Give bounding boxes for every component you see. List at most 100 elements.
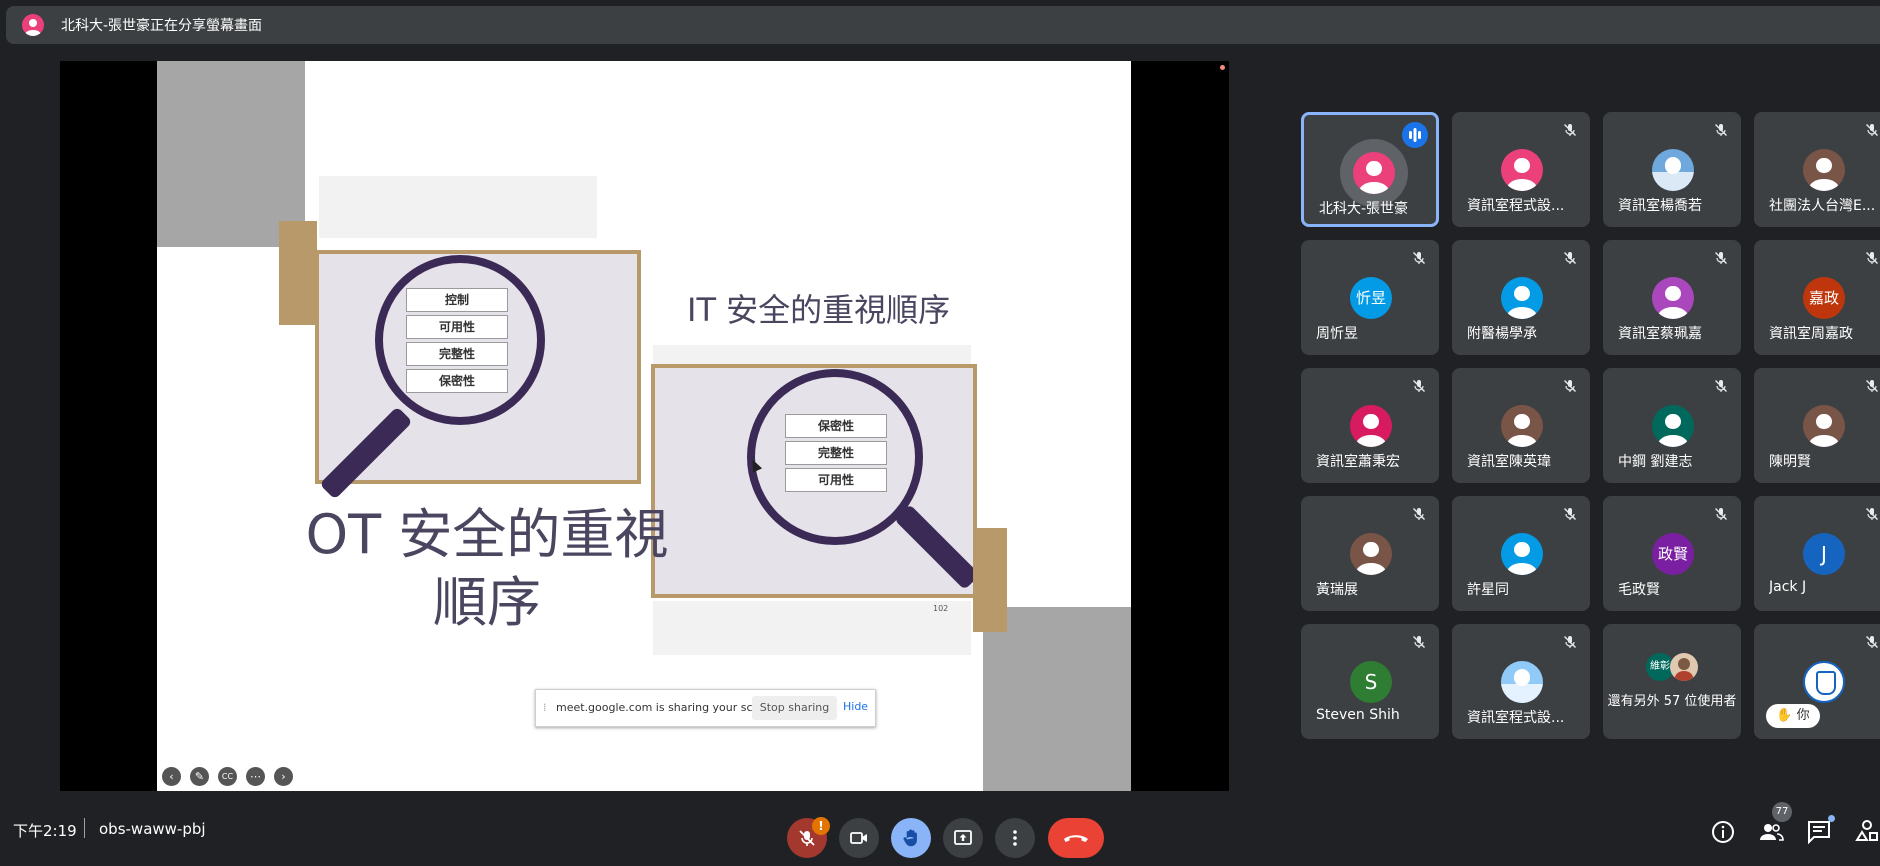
avatar: [1803, 405, 1845, 447]
meeting-code: obs-waww-pbj: [99, 820, 206, 838]
self-tile[interactable]: ✋ 你: [1754, 624, 1880, 739]
present-button[interactable]: [943, 818, 983, 858]
shared-screen: 控制 可用性 完整性 保密性 IT 安全的重視順序 保密性 完整性 可用性 10…: [60, 61, 1229, 791]
participant-tile[interactable]: S Steven Shih: [1301, 624, 1439, 739]
slide-controls: ‹ ✎ CC ⋯ ›: [162, 767, 293, 786]
avatar: [1652, 405, 1694, 447]
avatar-initials: J: [1821, 542, 1827, 566]
avatar: [1350, 405, 1392, 447]
participant-name: 資訊室程式設...: [1467, 710, 1565, 726]
avatar: S: [1350, 661, 1392, 703]
slide-decoration: [279, 221, 317, 325]
chat-icon[interactable]: [1805, 818, 1833, 846]
mic-off-icon: [1864, 634, 1880, 650]
present-screen-icon: [954, 830, 972, 845]
mic-off-icon: [1562, 506, 1578, 522]
participant-tile[interactable]: 嘉政資訊室周嘉政: [1754, 240, 1880, 355]
ot-label: 保密性: [406, 369, 508, 393]
magnifier-ring: [375, 255, 545, 425]
slide-page-number: 102: [933, 604, 949, 613]
slide-decoration: [983, 607, 1131, 791]
avatar: [1501, 533, 1543, 575]
participant-tile[interactable]: 資訊室楊喬若: [1603, 112, 1741, 227]
participant-tile[interactable]: 政賢 毛政賢: [1603, 496, 1741, 611]
participant-tile[interactable]: 忻昱周忻昱: [1301, 240, 1439, 355]
phone-hangup-icon: [1064, 835, 1088, 842]
people-icon[interactable]: [1757, 818, 1785, 846]
participant-tile[interactable]: 社團法人台灣E...: [1754, 112, 1880, 227]
participant-name: 北科大-張世豪: [1319, 201, 1409, 217]
screen-share-notification: ⁞ meet.google.com is sharing your screen…: [535, 689, 876, 727]
avatar: 忻昱: [1350, 277, 1392, 319]
participant-tile[interactable]: 資訊室程式設...: [1452, 112, 1590, 227]
mic-off-icon: [1562, 250, 1578, 266]
it-label: 完整性: [785, 441, 887, 465]
avatar: [1803, 661, 1845, 703]
participant-tile[interactable]: 許星同: [1452, 496, 1590, 611]
hide-button[interactable]: Hide: [843, 700, 868, 713]
avatar-initials: 忻昱: [1355, 289, 1386, 307]
mic-off-icon: [1562, 122, 1578, 138]
participant-name: 周忻昱: [1316, 326, 1358, 342]
participant-tile[interactable]: 資訊室程式設...: [1452, 624, 1590, 739]
participant-tile[interactable]: 中鋼 劉建志: [1603, 368, 1741, 483]
avatar: [1803, 149, 1845, 191]
mic-off-icon: [1713, 378, 1729, 394]
clock: 下午2:19: [13, 822, 77, 840]
mic-off-icon: [1864, 250, 1880, 266]
speaking-indicator-icon: [1402, 122, 1428, 148]
avatar: [1652, 277, 1694, 319]
participant-tile[interactable]: 北科大-張世豪: [1301, 112, 1439, 227]
participant-name: 許星同: [1467, 582, 1509, 598]
avatar: J: [1803, 533, 1845, 575]
it-label: 可用性: [785, 468, 887, 492]
participant-tile[interactable]: 黃瑞展: [1301, 496, 1439, 611]
more-icon[interactable]: ⋯: [246, 767, 265, 786]
self-label: 你: [1796, 708, 1810, 723]
avatar: [1501, 149, 1543, 191]
more-options-button[interactable]: [995, 818, 1035, 858]
mic-off-icon: [1562, 634, 1578, 650]
participant-tile[interactable]: 資訊室蕭秉宏: [1301, 368, 1439, 483]
share-message: meet.google.com is sharing your screen.: [556, 701, 781, 714]
mic-off-icon: [1713, 250, 1729, 266]
next-slide-icon[interactable]: ›: [274, 767, 293, 786]
magnifier-handle: [319, 406, 413, 500]
participant-tile[interactable]: 資訊室陳英瑋: [1452, 368, 1590, 483]
avatar: 嘉政: [1803, 277, 1845, 319]
avatar-initials: 政賢: [1657, 545, 1688, 563]
participant-tile[interactable]: 陳明賢: [1754, 368, 1880, 483]
participant-tile[interactable]: 附醫楊學承: [1452, 240, 1590, 355]
avatar-initials: S: [1364, 670, 1378, 694]
pen-icon[interactable]: ✎: [190, 767, 209, 786]
avatar: [1350, 533, 1392, 575]
leave-call-button[interactable]: [1048, 818, 1104, 858]
captions-icon[interactable]: CC: [218, 767, 237, 786]
ot-label: 控制: [406, 288, 508, 312]
participant-tile[interactable]: 資訊室蔡珮嘉: [1603, 240, 1741, 355]
participant-name: 資訊室楊喬若: [1618, 198, 1702, 214]
ot-slide-title: OT 安全的重視順序: [305, 503, 669, 634]
other-participants-label: 還有另外 57 位使用者: [1607, 694, 1737, 709]
activities-icon[interactable]: [1853, 818, 1880, 846]
it-slide-title: IT 安全的重視順序: [687, 291, 951, 329]
participant-name: 資訊室陳英瑋: [1467, 454, 1551, 470]
stop-sharing-button[interactable]: Stop sharing: [752, 696, 837, 720]
chat-notification-dot: [1828, 815, 1835, 822]
avatar: [1670, 653, 1698, 681]
meeting-info-icon[interactable]: [1709, 818, 1737, 846]
avatar: [1353, 152, 1395, 194]
mic-off-icon: [1864, 378, 1880, 394]
other-participants-tile[interactable]: 維彰 還有另外 57 位使用者: [1603, 624, 1741, 739]
slide-decoration: [319, 176, 597, 238]
camera-button[interactable]: [839, 818, 879, 858]
participant-name: 黃瑞展: [1316, 582, 1358, 598]
participant-name: 資訊室周嘉政: [1769, 326, 1853, 342]
drag-handle-icon[interactable]: ⁞: [543, 701, 547, 714]
prev-slide-icon[interactable]: ‹: [162, 767, 181, 786]
mic-warning-badge: !: [812, 817, 830, 835]
participant-name: 附醫楊學承: [1467, 326, 1537, 342]
raise-hand-button[interactable]: [891, 818, 931, 858]
participant-tile[interactable]: J Jack J: [1754, 496, 1880, 611]
hand-icon: ✋: [1776, 708, 1797, 723]
